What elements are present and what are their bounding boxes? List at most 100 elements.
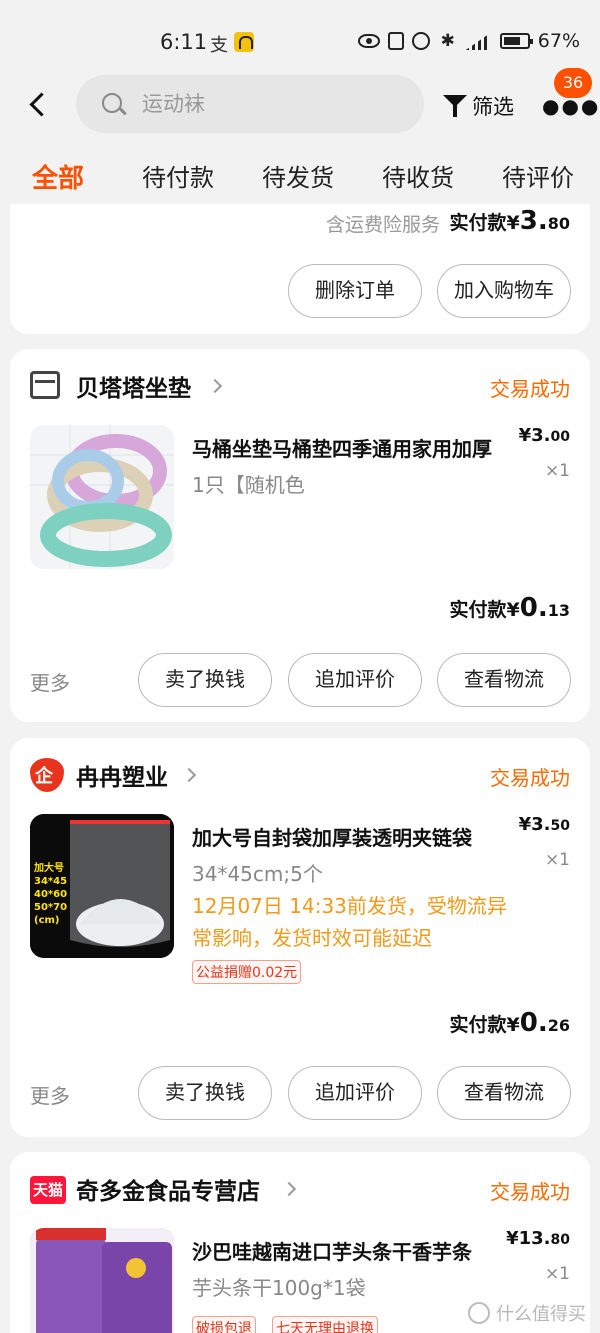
order-card-partial: 含运费险服务 实付款¥3.80 删除订单 加入购物车: [10, 204, 590, 334]
watermark: 什么值得买: [468, 1300, 586, 1326]
nfc-icon: [387, 32, 404, 50]
paid-dec: 13: [547, 601, 570, 620]
battery-icon: [499, 33, 533, 49]
back-button[interactable]: [24, 90, 54, 120]
eye-icon: [357, 34, 380, 48]
header: 筛选 ●●● 36: [0, 68, 600, 140]
price-dec: 50: [550, 818, 570, 834]
product-spec: 芋头条干100g*1袋: [192, 1276, 366, 1300]
price-int: ¥3.: [518, 425, 551, 446]
thumb-text: (cm): [34, 915, 60, 926]
tab-all[interactable]: 全部: [32, 158, 84, 195]
shipping-delay-notice: 12月07日 14:33前发货，受物流异常影响，发货时效可能延迟: [192, 894, 507, 950]
thumb-text: 40*60: [34, 889, 68, 900]
shop-icon: [30, 371, 60, 399]
product-quantity: ×1: [544, 1264, 570, 1284]
product-image[interactable]: [30, 425, 174, 569]
more-dots-icon: ●●●: [542, 94, 600, 118]
product-title[interactable]: 马桶坐垫马桶垫四季通用家用加厚: [192, 433, 512, 462]
search-icon: [102, 93, 122, 113]
shipping-insurance-label: 含运费险服务: [325, 214, 440, 236]
store-name[interactable]: 贝塔塔坐垫: [76, 369, 191, 403]
order-tabs: 全部 待付款 待发货 待收货 待评价: [0, 148, 600, 204]
paid-int: 0.: [519, 593, 548, 623]
signal-icon: [465, 32, 492, 50]
search-input[interactable]: [142, 87, 402, 121]
product-image[interactable]: 加大号 34*45 40*60 50*70 (cm): [30, 814, 174, 958]
bluetooth-icon: ✱: [440, 31, 455, 51]
damage-return-tag: 破损包退: [192, 1316, 256, 1333]
resell-button[interactable]: 卖了换钱: [138, 653, 272, 707]
filter-icon: [442, 93, 468, 119]
order-status: 交易成功: [490, 1180, 570, 1204]
price-dec: 80: [550, 1232, 570, 1248]
app-notification-icon: [234, 32, 254, 52]
paid-dec: 26: [547, 1016, 570, 1035]
chevron-right-icon: [281, 1181, 297, 1197]
product-image-size-labels: 加大号 34*45 40*60 50*70 (cm): [34, 862, 67, 927]
more-link[interactable]: 更多: [30, 667, 70, 696]
product-quantity: ×1: [544, 850, 570, 870]
store-name[interactable]: 奇多金食品专营店: [76, 1172, 260, 1206]
search-bar[interactable]: [76, 75, 424, 133]
paid-int: 3.: [519, 206, 548, 236]
order-status: 交易成功: [490, 766, 570, 790]
paid-amount: 实付款¥0.26: [450, 1008, 570, 1038]
order-card: 冉冉塑业 交易成功 加大号 34*45 40*60 50*70 (cm) 加大号…: [10, 738, 590, 1137]
price-int: ¥13.: [506, 1228, 551, 1249]
status-icons: ✱ 67%: [357, 30, 580, 52]
paid-int: 0.: [519, 1008, 548, 1038]
more-link[interactable]: 更多: [30, 1080, 70, 1109]
battery-percent: 67%: [537, 30, 580, 52]
product-price: ¥3.50: [519, 814, 570, 835]
seven-day-return-tag: 七天无理由退换: [272, 1316, 378, 1333]
thumb-text: 加大号: [34, 863, 64, 874]
delete-order-button[interactable]: 删除订单: [288, 264, 422, 318]
thumb-text: 34*45: [34, 876, 68, 887]
tmall-badge-icon: 天猫: [30, 1176, 66, 1204]
add-to-cart-button[interactable]: 加入购物车: [437, 264, 571, 318]
paid-label: 实付款¥: [449, 1014, 520, 1036]
enterprise-shield-icon: [30, 758, 64, 792]
paid-amount: 实付款¥0.13: [450, 593, 570, 623]
watermark-text: 什么值得买: [496, 1304, 586, 1325]
price-dec: 00: [550, 429, 570, 445]
message-badge: 36: [554, 68, 592, 98]
paid-label: 实付款¥: [449, 212, 520, 234]
order-status: 交易成功: [490, 377, 570, 401]
charity-tag: 公益捐赠0.02元: [192, 960, 302, 984]
order-card: 贝塔塔坐垫 交易成功 马桶坐垫马桶垫四季通用家用加厚 1只【随机色 ¥3.00 …: [10, 349, 590, 722]
tab-pending-receipt[interactable]: 待收货: [382, 158, 454, 193]
add-review-button[interactable]: 追加评价: [288, 1066, 422, 1120]
resell-button[interactable]: 卖了换钱: [138, 1066, 272, 1120]
view-logistics-button[interactable]: 查看物流: [437, 1066, 571, 1120]
status-time: 6:11: [160, 30, 208, 54]
product-price: ¥13.80: [506, 1228, 570, 1249]
status-bar: 6:11 支 ✱ 67%: [0, 0, 600, 70]
paid-label: 实付款¥: [449, 599, 520, 621]
paid-dec: 80: [547, 214, 570, 233]
filter-label: 筛选: [472, 95, 514, 119]
product-title[interactable]: 沙巴哇越南进口芋头条干香芋条: [192, 1236, 512, 1265]
alipay-notification-icon: 支: [210, 35, 228, 56]
product-price: ¥3.00: [519, 425, 570, 446]
product-spec: 34*45cm;5个: [192, 862, 323, 886]
chevron-right-icon: [181, 767, 197, 783]
product-title[interactable]: 加大号自封袋加厚装透明夹链袋: [192, 822, 512, 851]
product-spec: 1只【随机色: [192, 473, 305, 497]
tab-pending-review[interactable]: 待评价: [502, 158, 574, 193]
paid-amount: 实付款¥3.80: [450, 206, 570, 236]
chevron-right-icon: [207, 378, 223, 394]
product-image[interactable]: [30, 1228, 174, 1333]
thumb-text: 50*70: [34, 902, 68, 913]
watermark-logo-icon: [468, 1302, 490, 1324]
tab-pending-payment[interactable]: 待付款: [142, 158, 214, 193]
add-review-button[interactable]: 追加评价: [288, 653, 422, 707]
alarm-icon: [411, 32, 430, 50]
price-int: ¥3.: [518, 814, 551, 835]
product-quantity: ×1: [544, 461, 570, 481]
view-logistics-button[interactable]: 查看物流: [437, 653, 571, 707]
tab-pending-shipment[interactable]: 待发货: [262, 158, 334, 193]
store-name[interactable]: 冉冉塑业: [76, 758, 168, 792]
filter-button[interactable]: 筛选: [442, 88, 514, 124]
